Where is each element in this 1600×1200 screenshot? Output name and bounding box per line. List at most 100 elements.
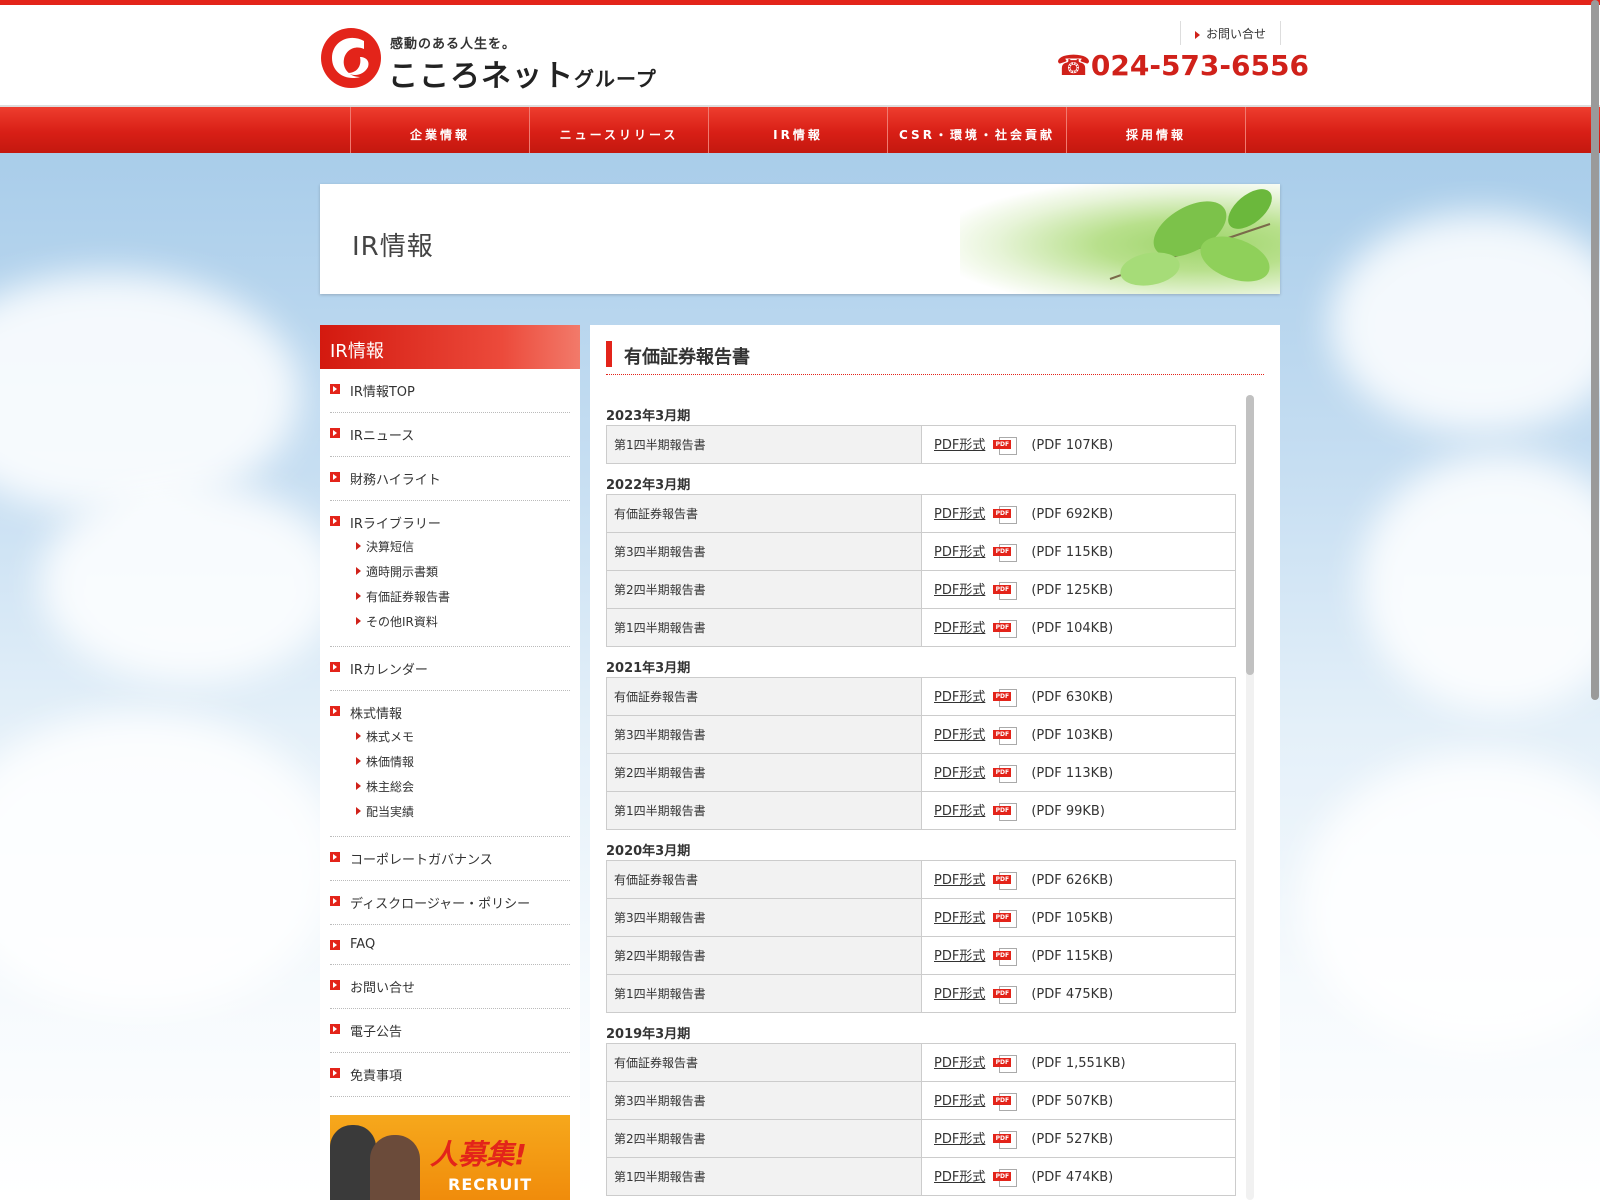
pdf-icon-label: PDF	[993, 1057, 1012, 1067]
pdf-link[interactable]: PDF形式	[934, 1132, 985, 1147]
sidebar-item[interactable]: 財務ハイライト	[330, 457, 570, 501]
sidebar-item[interactable]: コーポレートガバナンス	[330, 837, 570, 881]
window-scroll-thumb[interactable]	[1591, 0, 1599, 700]
report-list-scrollbar[interactable]	[1246, 395, 1254, 1200]
pdf-link[interactable]: PDF形式	[934, 1094, 985, 1109]
sidebar-item-label: IR情報TOP	[350, 385, 415, 400]
pdf-icon[interactable]: PDF	[993, 436, 1019, 455]
period-heading: 2023年3月期	[606, 409, 691, 424]
pdf-icon[interactable]: PDF	[993, 871, 1019, 890]
pdf-link[interactable]: PDF形式	[934, 507, 985, 522]
pdf-link[interactable]: PDF形式	[934, 1056, 985, 1071]
pdf-icon[interactable]: PDF	[993, 505, 1019, 524]
sidebar-item[interactable]: 株式情報 株式メモ 株価情報 株主総会 配当実績	[330, 691, 570, 837]
pdf-link[interactable]: PDF形式	[934, 728, 985, 743]
pdf-link[interactable]: PDF形式	[934, 545, 985, 560]
section-title: 有価証券報告書	[624, 347, 750, 368]
sidebar-item[interactable]: 免責事項	[330, 1053, 570, 1097]
table-row: 第2四半期報告書 PDF形式 PDF (PDF 125KB)	[606, 570, 1236, 609]
pdf-icon[interactable]: PDF	[993, 726, 1019, 745]
sidebar-subitem[interactable]: 配当実績	[350, 797, 570, 822]
pdf-icon[interactable]: PDF	[993, 764, 1019, 783]
pdf-icon-label: PDF	[993, 1133, 1012, 1143]
window-scrollbar[interactable]	[1590, 0, 1600, 1200]
pdf-link[interactable]: PDF形式	[934, 873, 985, 888]
sidebar-item[interactable]: IRニュース	[330, 413, 570, 457]
period-heading: 2021年3月期	[606, 661, 691, 676]
pdf-icon-label: PDF	[993, 584, 1012, 594]
sidebar-subitem[interactable]: 株価情報	[350, 747, 570, 772]
sidebar-item-label: お問い合せ	[350, 981, 416, 996]
report-link-cell: PDF形式 PDF (PDF 475KB)	[921, 974, 1236, 1013]
sidebar-item[interactable]: IR情報TOP	[330, 369, 570, 413]
sidebar-item-label: 株式情報	[350, 707, 403, 722]
nav-item[interactable]: 採用情報	[1067, 107, 1246, 153]
site-logo[interactable]: 感動のある人生を。 こころネットグループ	[320, 25, 656, 95]
report-link-cell: PDF形式 PDF (PDF 103KB)	[921, 715, 1236, 754]
pdf-icon[interactable]: PDF	[993, 802, 1019, 821]
pdf-link[interactable]: PDF形式	[934, 987, 985, 1002]
pdf-icon[interactable]: PDF	[993, 947, 1019, 966]
table-row: 第1四半期報告書 PDF形式 PDF (PDF 475KB)	[606, 974, 1236, 1013]
pdf-link[interactable]: PDF形式	[934, 583, 985, 598]
sidebar-item-label: ディスクロージャー・ポリシー	[350, 897, 531, 912]
nav-item[interactable]: CSR・環境・社会貢献	[888, 107, 1067, 153]
sidebar-subitem[interactable]: 株主総会	[350, 772, 570, 797]
pdf-icon[interactable]: PDF	[993, 1168, 1019, 1187]
sidebar-subitem[interactable]: 株式メモ	[350, 722, 570, 747]
report-list-scroll-thumb[interactable]	[1246, 395, 1254, 675]
report-link-cell: PDF形式 PDF (PDF 507KB)	[921, 1081, 1236, 1120]
pdf-link[interactable]: PDF形式	[934, 949, 985, 964]
pdf-link[interactable]: PDF形式	[934, 621, 985, 636]
report-name: 第1四半期報告書	[606, 1157, 922, 1196]
pdf-link[interactable]: PDF形式	[934, 690, 985, 705]
pdf-icon[interactable]: PDF	[993, 688, 1019, 707]
sidebar-item[interactable]: FAQ	[330, 925, 570, 965]
sidebar-subitem[interactable]: 有価証券報告書	[350, 582, 570, 607]
report-link-cell: PDF形式 PDF (PDF 99KB)	[921, 791, 1236, 830]
sidebar-subitem[interactable]: その他IR資料	[350, 607, 570, 632]
cloud-decoration	[1360, 453, 1600, 713]
pdf-icon-label: PDF	[993, 874, 1012, 884]
section-heading: 有価証券報告書	[606, 341, 1264, 375]
pdf-link[interactable]: PDF形式	[934, 804, 985, 819]
sidebar-subitem[interactable]: 適時開示書類	[350, 557, 570, 582]
sidebar-item[interactable]: 電子公告	[330, 1009, 570, 1053]
pdf-icon[interactable]: PDF	[993, 1092, 1019, 1111]
pdf-link[interactable]: PDF形式	[934, 1170, 985, 1185]
pdf-icon[interactable]: PDF	[993, 581, 1019, 600]
sidebar-item[interactable]: IRカレンダー	[330, 647, 570, 691]
sidebar-item-label: FAQ	[350, 937, 376, 952]
pdf-link[interactable]: PDF形式	[934, 911, 985, 926]
header-contact-link[interactable]: お問い合せ	[1180, 21, 1282, 45]
recruit-banner[interactable]: 人募集! RECRUIT	[330, 1115, 570, 1200]
pdf-icon[interactable]: PDF	[993, 985, 1019, 1004]
report-name: 第1四半期報告書	[606, 608, 922, 647]
report-list-scroll-area[interactable]: 2023年3月期 第1四半期報告書 PDF形式 PDF (PDF 107KB) 2022年…	[606, 395, 1264, 1200]
pdf-link[interactable]: PDF形式	[934, 438, 985, 453]
nav-item[interactable]: ニュースリリース	[530, 107, 709, 153]
nav-item[interactable]: 企業情報	[351, 107, 530, 153]
pdf-icon[interactable]: PDF	[993, 909, 1019, 928]
report-name: 第1四半期報告書	[606, 974, 922, 1013]
arrow-right-icon	[1195, 30, 1200, 39]
pdf-link[interactable]: PDF形式	[934, 766, 985, 781]
sidebar-item[interactable]: お問い合せ	[330, 965, 570, 1009]
pdf-icon[interactable]: PDF	[993, 1130, 1019, 1149]
cloud-decoration	[1330, 213, 1600, 433]
pdf-icon[interactable]: PDF	[993, 619, 1019, 638]
nav-item[interactable]: IR情報	[709, 107, 888, 153]
pdf-icon[interactable]: PDF	[993, 1054, 1019, 1073]
file-size: (PDF 507KB)	[1031, 1094, 1114, 1110]
sidebar-subitem[interactable]: 決算短信	[350, 532, 570, 557]
recruit-banner-title: 人募集!	[430, 1138, 527, 1171]
pdf-icon-label: PDF	[993, 439, 1012, 449]
table-row: 第1四半期報告書 PDF形式 PDF (PDF 474KB)	[606, 1157, 1236, 1196]
arrow-box-icon	[330, 516, 340, 526]
report-name: 第2四半期報告書	[606, 1119, 922, 1158]
sidebar-item[interactable]: ディスクロージャー・ポリシー	[330, 881, 570, 925]
sidebar-item[interactable]: IRライブラリー 決算短信 適時開示書類 有価証券報告書 その他IR資料	[330, 501, 570, 647]
file-size: (PDF 1,551KB)	[1031, 1056, 1126, 1072]
pdf-icon[interactable]: PDF	[993, 543, 1019, 562]
arrow-box-icon	[330, 1068, 340, 1078]
